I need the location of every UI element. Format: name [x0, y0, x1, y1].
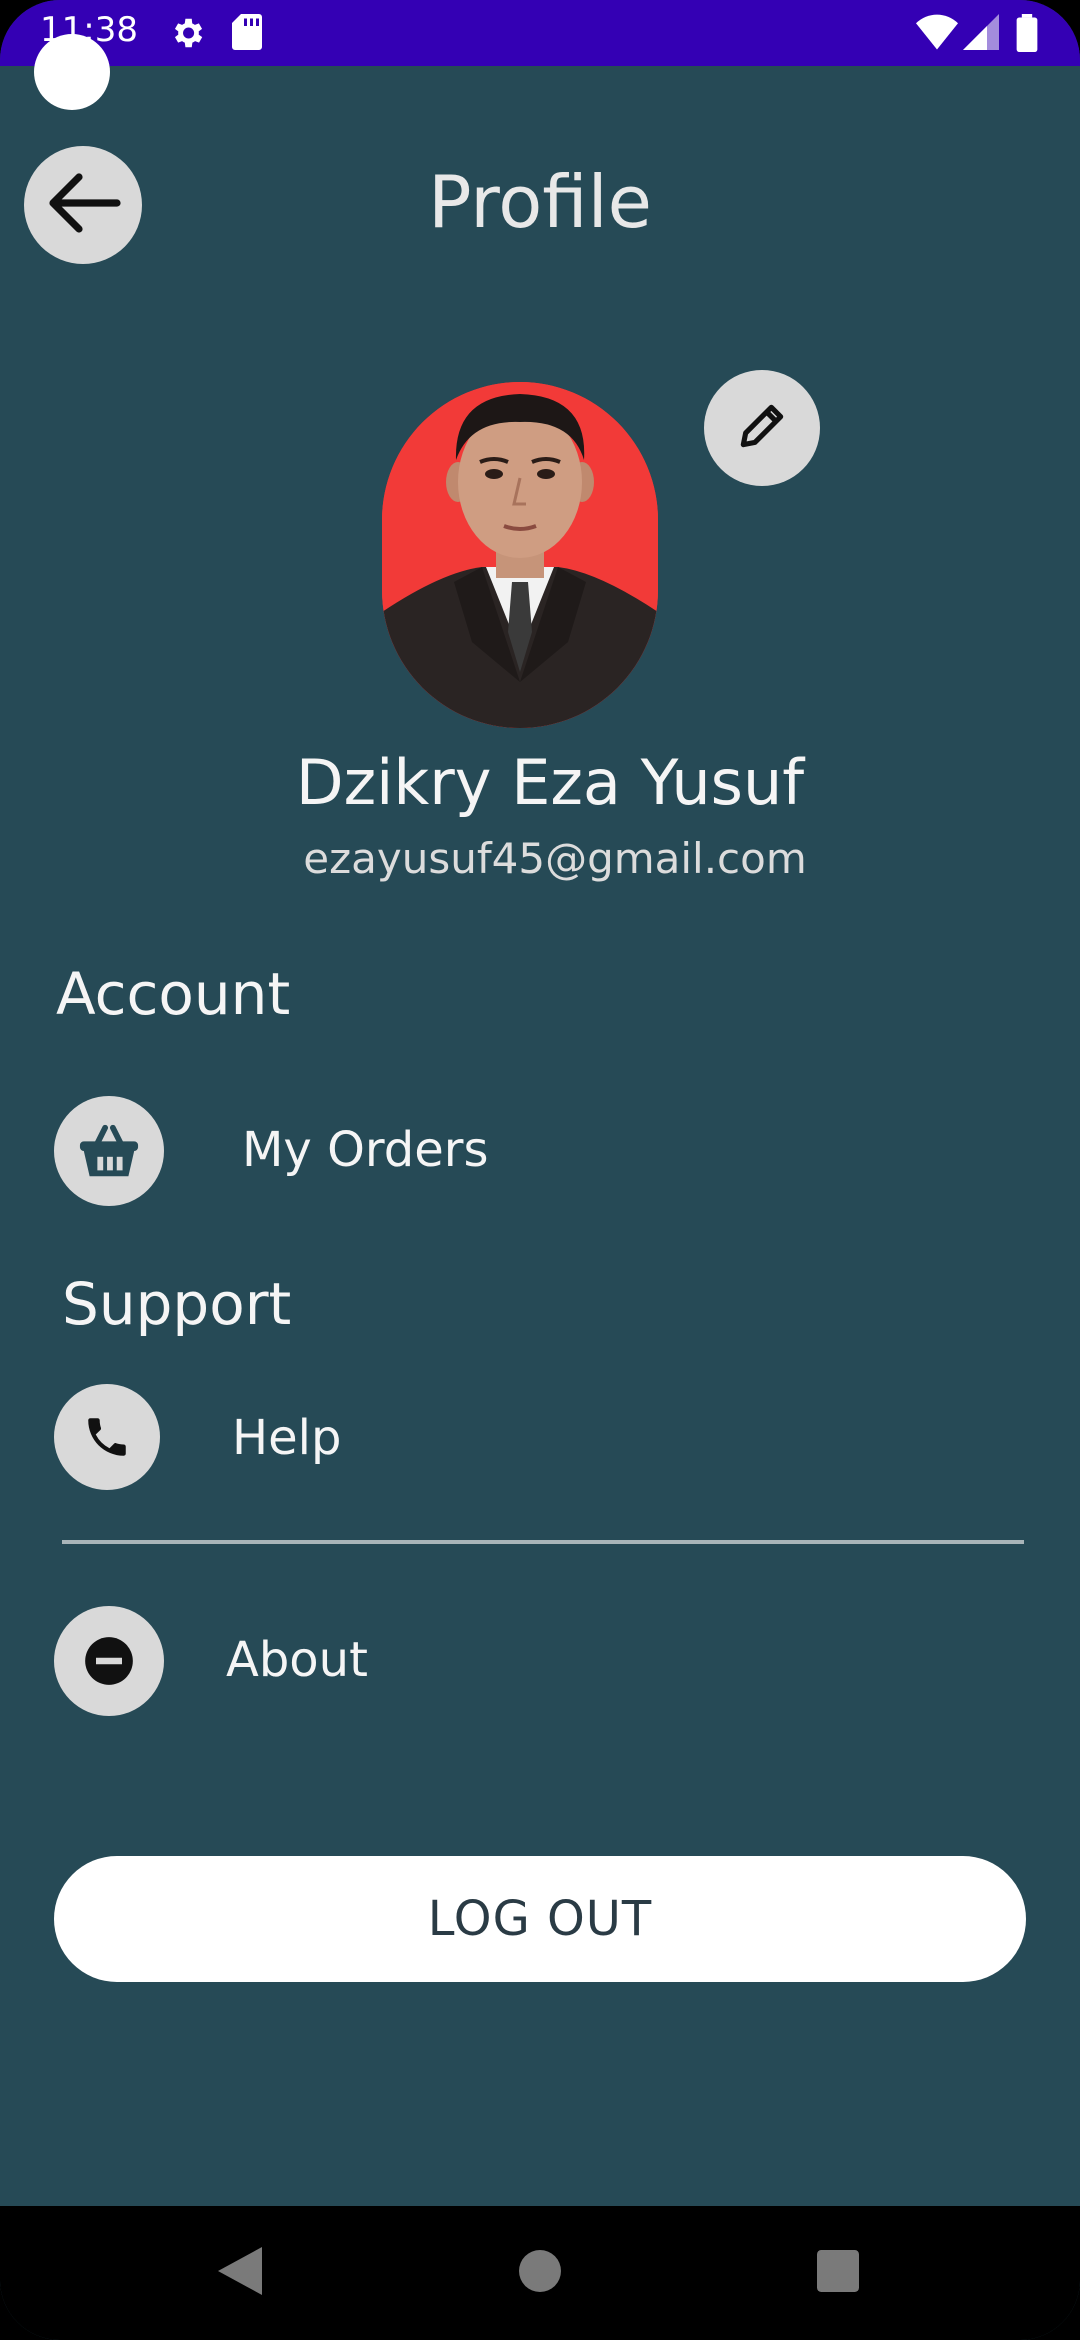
- nav-home-button[interactable]: [480, 2206, 600, 2340]
- touch-indicator: [34, 34, 110, 110]
- menu-item-label: My Orders: [242, 1122, 489, 1178]
- menu-item-about[interactable]: About: [54, 1606, 1034, 1716]
- circle-home-icon: [519, 2250, 561, 2296]
- status-bar: 11:38: [0, 0, 1080, 66]
- sd-card-icon: [232, 14, 262, 54]
- divider: [62, 1540, 1024, 1544]
- edit-profile-button[interactable]: [704, 370, 820, 486]
- menu-item-my-orders[interactable]: My Orders: [54, 1096, 1034, 1206]
- profile-name: Dzikry Eza Yusuf: [295, 746, 805, 819]
- nav-recents-button[interactable]: [778, 2206, 898, 2340]
- navigation-bar: [0, 2206, 1080, 2340]
- minus-circle-icon: [54, 1606, 164, 1716]
- menu-item-label: About: [226, 1632, 368, 1688]
- triangle-back-icon: [218, 2247, 262, 2299]
- signal-icon: [962, 14, 1000, 54]
- phone-icon: [54, 1384, 160, 1490]
- profile-email: ezayusuf45@gmail.com: [303, 834, 807, 883]
- square-recents-icon: [817, 2250, 859, 2296]
- avatar: [382, 382, 658, 728]
- nav-back-button[interactable]: [180, 2206, 300, 2340]
- menu-item-help[interactable]: Help: [54, 1384, 1034, 1494]
- pencil-icon: [734, 398, 790, 458]
- basket-icon: [54, 1096, 164, 1206]
- page-title: Profile: [428, 160, 652, 244]
- logout-button[interactable]: LOG OUT: [54, 1856, 1026, 1982]
- wifi-icon: [916, 14, 958, 54]
- profile-screen: 11:38 Profile Dzikry Eza Yusuf ezayusuf4…: [0, 0, 1080, 2340]
- settings-icon: [168, 14, 206, 56]
- section-title-account: Account: [56, 960, 291, 1028]
- section-title-support: Support: [62, 1270, 292, 1338]
- menu-item-label: Help: [232, 1410, 342, 1466]
- battery-icon: [1016, 14, 1038, 56]
